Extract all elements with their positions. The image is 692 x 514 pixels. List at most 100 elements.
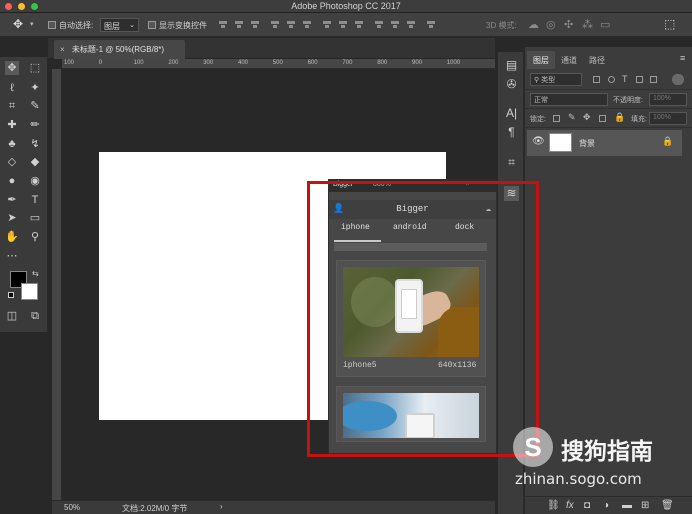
filter-smart-icon[interactable] (650, 76, 657, 83)
crop-panel-icon[interactable]: ⌗ (504, 155, 519, 170)
paragraph-panel-icon[interactable]: ¶ (504, 125, 519, 140)
fx-icon[interactable]: fx (566, 500, 574, 511)
tab-channels[interactable]: 通道 (555, 51, 583, 69)
distribute-left-icon[interactable] (374, 19, 384, 30)
eye-visibility-icon[interactable]: 👁 (532, 136, 545, 147)
align-top-icon[interactable] (218, 19, 228, 30)
distribute-bottom-icon[interactable] (354, 19, 364, 30)
distribute-vcenter-icon[interactable] (338, 19, 348, 30)
status-menu-arrow[interactable]: › (220, 502, 223, 511)
more-tools-icon[interactable]: ⋯ (5, 249, 19, 263)
workspace-icon[interactable]: ⬚ (664, 17, 675, 31)
lock-pixels-icon[interactable]: ✎ (568, 112, 576, 123)
layer-name[interactable]: 背景 (579, 138, 595, 149)
brush-tool-icon[interactable]: ✏ (28, 118, 42, 132)
auto-select-dropdown[interactable]: 图层 ⌄ (100, 18, 139, 32)
options-bar: ✥ ▾ 自动选择: 图层 ⌄ 显示变换控件 3D 模式: ☁ ◎ ✣ ⁂ ▭ ⬚ (0, 13, 692, 37)
filter-shape-icon[interactable] (636, 76, 643, 83)
zoom-tool-icon[interactable]: ⚲ (28, 230, 42, 244)
dodge-tool-icon[interactable]: ● (5, 174, 19, 188)
align-bottom-icon[interactable] (250, 19, 260, 30)
blend-row: 正常 不透明度: 100% (525, 90, 692, 109)
filter-adjust-icon[interactable] (608, 76, 615, 83)
type-tool-icon[interactable]: T (28, 193, 42, 207)
panel-menu-icon[interactable]: ≡ (680, 53, 685, 63)
opacity-input[interactable]: 100% (649, 93, 687, 106)
3d-roll-icon[interactable]: ◎ (546, 18, 556, 31)
zoom-level[interactable]: 50% (64, 503, 80, 512)
ruler-tick-label: 700 (342, 60, 353, 66)
sogou-logo: S (513, 427, 553, 467)
background-color-swatch[interactable] (21, 283, 38, 300)
blend-mode-value: 正常 (534, 97, 548, 104)
kind-filter-dropdown[interactable]: ⚲ 类型 (530, 73, 582, 86)
3d-orbit-icon[interactable]: ☁ (528, 18, 539, 31)
align-right-icon[interactable] (302, 19, 312, 30)
new-group-icon[interactable]: ▬ (622, 500, 632, 511)
chevron-down-icon[interactable]: ▾ (30, 20, 34, 28)
layer-thumbnail[interactable] (549, 133, 572, 152)
marquee-tool-icon[interactable]: ⬚ (28, 61, 42, 75)
auto-align-icon[interactable] (426, 19, 436, 30)
move-tool-icon[interactable]: ✥ (13, 17, 23, 31)
align-hcenter-icon[interactable] (286, 19, 296, 30)
lock-artboard-icon[interactable] (599, 115, 606, 122)
properties-panel-icon[interactable]: ✇ (504, 77, 519, 92)
new-layer-icon[interactable]: ⊞ (641, 500, 649, 511)
document-tab-title: 未标题-1 @ 50%(RGB/8*) (71, 45, 165, 54)
filter-pixel-icon[interactable] (593, 76, 600, 83)
clone-stamp-icon[interactable]: ♣ (5, 137, 19, 151)
vertical-ruler (52, 69, 62, 500)
fill-input[interactable]: 100% (649, 112, 687, 125)
align-left-icon[interactable] (270, 19, 280, 30)
lock-all-icon[interactable]: 🔒 (614, 112, 625, 123)
blur-tool-icon[interactable]: ◉ (28, 174, 42, 188)
lasso-tool-icon[interactable]: ℓ (5, 81, 19, 95)
blend-mode-dropdown[interactable]: 正常 (530, 93, 608, 106)
3d-scale-icon[interactable]: ▭ (600, 18, 610, 31)
highlight-box (307, 181, 539, 457)
document-info[interactable]: 文档:2.02M/0 字节 (122, 503, 187, 514)
close-tab-icon[interactable]: × (60, 45, 65, 54)
3d-slide-icon[interactable]: ⁂ (582, 18, 593, 31)
lock-transparent-icon[interactable] (553, 115, 560, 122)
swap-colors-icon[interactable]: ⇆ (32, 269, 39, 278)
default-colors-icon[interactable] (8, 292, 14, 298)
history-panel-icon[interactable]: ▤ (504, 58, 519, 73)
add-mask-icon[interactable]: ◘ (584, 500, 590, 511)
ruler-tick-label: 300 (203, 60, 214, 66)
paint-bucket-icon[interactable]: ◆ (28, 155, 42, 169)
filter-type-icon[interactable]: T (622, 74, 628, 84)
document-tab[interactable]: × 未标题-1 @ 50%(RGB/8*) (54, 40, 185, 59)
history-brush-icon[interactable]: ↯ (28, 137, 42, 151)
crop-tool-icon[interactable]: ⌗ (5, 99, 19, 113)
show-transform-checkbox[interactable] (148, 21, 156, 29)
3d-pan-icon[interactable]: ✣ (564, 18, 573, 31)
delete-layer-icon[interactable]: 🗑 (661, 500, 674, 511)
auto-select-checkbox[interactable] (48, 21, 56, 29)
screen-mode-icon[interactable]: ⧉ (28, 309, 42, 323)
tab-layers[interactable]: 图层 (527, 51, 555, 69)
distribute-hcenter-icon[interactable] (390, 19, 400, 30)
lock-position-icon[interactable]: ✥ (583, 112, 591, 123)
path-selection-icon[interactable]: ➤ (5, 211, 19, 225)
distribute-top-icon[interactable] (322, 19, 332, 30)
rectangle-tool-icon[interactable]: ▭ (28, 211, 42, 225)
filter-toggle[interactable] (672, 74, 684, 85)
adjustment-layer-icon[interactable]: ◑ (603, 500, 609, 511)
pen-tool-icon[interactable]: ✒ (5, 193, 19, 207)
fill-label: 填充: (631, 116, 647, 123)
tab-paths[interactable]: 路径 (583, 51, 611, 69)
ruler-tick-label: 200 (168, 60, 179, 66)
align-vcenter-icon[interactable] (234, 19, 244, 30)
link-layers-icon[interactable]: ⛓ (547, 500, 560, 511)
eyedropper-icon[interactable]: ✎ (28, 99, 42, 113)
magic-wand-icon[interactable]: ✦ (28, 81, 42, 95)
eraser-tool-icon[interactable]: ◇ (5, 155, 19, 169)
healing-brush-icon[interactable]: ✚ (5, 118, 19, 132)
character-panel-icon[interactable]: A| (504, 106, 519, 121)
quick-mask-icon[interactable]: ◫ (5, 309, 19, 323)
hand-tool-icon[interactable]: ✋ (5, 230, 19, 244)
move-tool-icon[interactable]: ✥ (5, 61, 19, 75)
distribute-right-icon[interactable] (406, 19, 416, 30)
